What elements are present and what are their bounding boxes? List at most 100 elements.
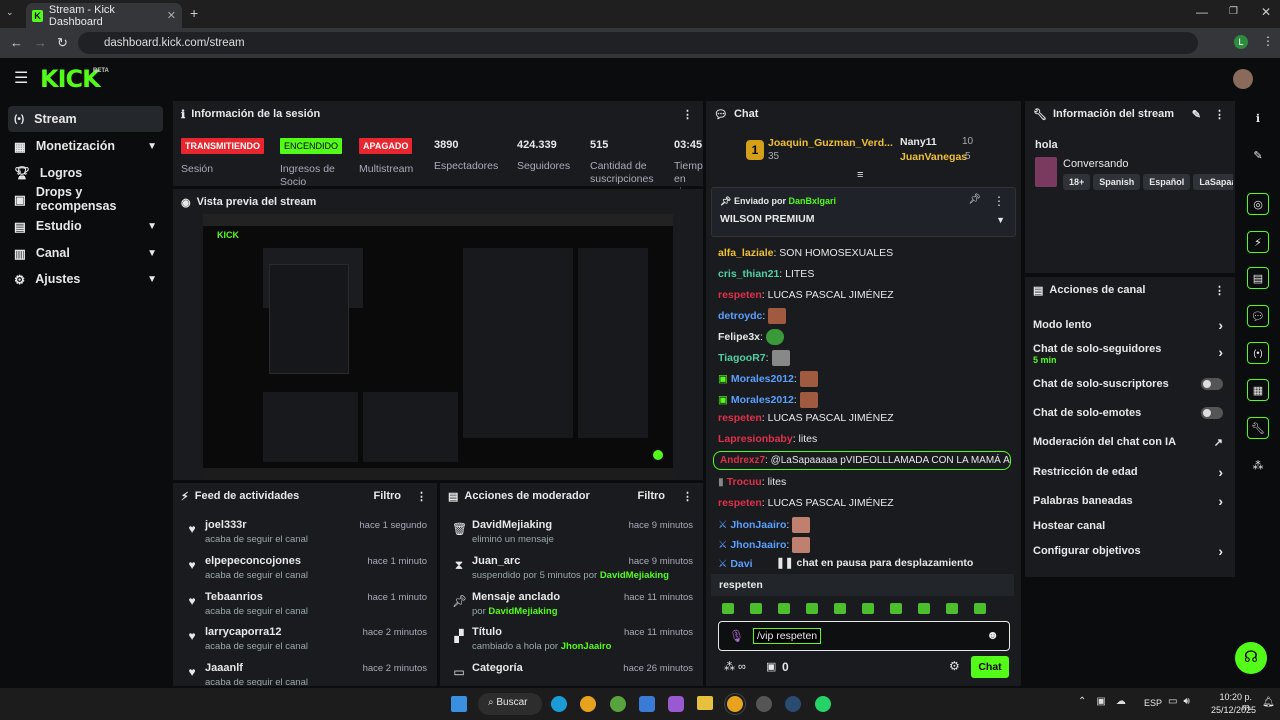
sidebar-item-ajustes[interactable]: ⚙ Ajustes ▼ <box>8 266 163 292</box>
feed-user[interactable]: Tebaanrios <box>205 591 263 603</box>
chat-message-highlighted[interactable]: Andrexz7: @LaSapaaaaa pVIDEOLLLAMADA CON… <box>713 451 1011 470</box>
chat-rail-icon[interactable]: 💬︎ <box>1247 305 1269 327</box>
chat-message[interactable]: ▣ Morales2012: <box>718 392 818 408</box>
chat-user[interactable]: TiagooR7 <box>718 352 766 364</box>
chat-input-text[interactable]: /vip respeten <box>753 628 822 644</box>
tag[interactable]: Español <box>1143 174 1191 190</box>
chevron-down-icon[interactable]: ▼ <box>996 215 1005 225</box>
action-banned-words[interactable]: Palabras baneadas › <box>1025 487 1235 515</box>
chat-user[interactable]: Lapresionbaby <box>718 433 793 445</box>
mod-sub-user[interactable]: JhonJaairo <box>561 641 612 652</box>
xbox-icon[interactable] <box>610 696 626 712</box>
profile-avatar[interactable]: L <box>1234 35 1248 49</box>
tab-search-icon[interactable]: ⌄ <box>6 7 14 18</box>
chat-user[interactable]: Trocuu <box>727 476 762 488</box>
chat-user[interactable]: detroydc <box>718 310 762 322</box>
stream-category[interactable]: Conversando <box>1063 158 1128 170</box>
chat-message[interactable]: cris_thian21: LITES <box>718 268 814 280</box>
gift-icon[interactable]: ▣ <box>766 660 776 673</box>
emote-icon[interactable] <box>862 603 874 614</box>
mod-item-name[interactable]: Título <box>472 626 502 638</box>
mod-sub-user[interactable]: DavidMejiaking <box>600 570 669 581</box>
stream-preview-video[interactable]: KICK <box>203 214 673 480</box>
add-widget-icon[interactable]: ⁂ <box>1247 454 1269 476</box>
tag[interactable]: Spanish <box>1093 174 1141 190</box>
copilot-icon[interactable] <box>668 696 684 712</box>
chat-user[interactable]: Felipe3x <box>718 331 760 343</box>
action-goals[interactable]: Configurar objetivos › <box>1025 537 1235 565</box>
send-chat-button[interactable]: Chat <box>971 656 1009 678</box>
pinned-message[interactable]: 📌︎ Enviado por DanBxlgari WILSON PREMIUM… <box>711 187 1016 237</box>
chat-user[interactable]: Andrexz7 <box>720 455 765 466</box>
mod-sub-user[interactable]: DavidMejiaking <box>488 606 557 617</box>
emote-icon[interactable] <box>918 603 930 614</box>
chat-user[interactable]: Morales2012 <box>731 373 794 385</box>
chat-message[interactable]: Felipe3x: <box>718 329 784 345</box>
chat-user[interactable]: respeten <box>718 289 762 301</box>
leader-1-name[interactable]: Joaquin_Guzman_Verd... <box>768 137 893 149</box>
action-host-channel[interactable]: Hostear canal <box>1025 512 1235 540</box>
leader-2-name[interactable]: Nany11 <box>900 136 937 148</box>
clock-date[interactable]: 25/12/2025 <box>1206 705 1256 715</box>
chat-message[interactable]: detroydc: <box>718 308 787 324</box>
url-field[interactable]: dashboard.kick.com/stream <box>78 32 1198 54</box>
mod-item-name[interactable]: Mensaje anclado <box>472 591 560 603</box>
chat-message[interactable]: respeten: LUCAS PASCAL JIMÉNEZ <box>718 289 894 301</box>
emote-icon[interactable] <box>722 603 734 614</box>
sidebar-item-logros[interactable]: 🏆︎ Logros <box>8 160 163 186</box>
action-followers-only[interactable]: Chat de solo-seguidores 5 min › <box>1025 339 1235 369</box>
kebab-menu-icon[interactable]: ⋮ <box>682 490 693 503</box>
tab-close-icon[interactable]: ✕ <box>167 9 176 22</box>
broadcast-rail-icon[interactable]: (•) <box>1247 342 1269 364</box>
preview-rail-icon[interactable]: ◎ <box>1247 193 1269 215</box>
chat-user[interactable]: Morales2012 <box>731 394 794 406</box>
sidebar-item-stream[interactable]: (•) Stream <box>8 106 163 132</box>
kebab-menu-icon[interactable]: ⋮ <box>1214 108 1225 121</box>
whatsapp-icon[interactable] <box>815 696 831 712</box>
emote-icon[interactable] <box>750 603 762 614</box>
wrench-rail-icon[interactable]: 🔧︎ <box>1247 417 1269 439</box>
emoji-icon[interactable]: ☻ <box>986 628 999 642</box>
bolt-rail-icon[interactable]: ⚡︎ <box>1247 231 1269 253</box>
app-icon[interactable] <box>756 696 772 712</box>
action-slow-mode[interactable]: Modo lento › <box>1025 311 1235 339</box>
feed-user[interactable]: Jaaanlf <box>205 662 243 674</box>
pinned-by-user[interactable]: DanBxlgari <box>788 196 836 206</box>
mod-item-name[interactable]: Juan_arc <box>472 555 520 567</box>
sidebar-item-canal[interactable]: ▥ Canal ▼ <box>8 240 163 266</box>
chat-user[interactable]: Davi <box>730 558 752 570</box>
pin-icon[interactable]: 📌︎ <box>968 194 981 205</box>
restore-icon[interactable]: ❐ <box>1229 6 1238 17</box>
forward-icon[interactable]: → <box>34 35 47 50</box>
feed-filter-button[interactable]: Filtro <box>374 490 402 502</box>
kick-logo[interactable]: KICK <box>40 65 101 93</box>
user-avatar[interactable] <box>1233 69 1253 89</box>
chat-user[interactable]: cris_thian21 <box>718 268 779 280</box>
chat-user[interactable]: respeten <box>718 497 762 509</box>
new-tab-icon[interactable]: + <box>190 5 198 21</box>
back-icon[interactable]: ← <box>10 35 23 50</box>
leader-3-name[interactable]: JuanVanegas <box>900 151 967 163</box>
sidebar-item-estudio[interactable]: ▤ Estudio ▼ <box>8 213 163 239</box>
action-subs-only[interactable]: Chat de solo-suscriptores <box>1025 370 1235 398</box>
action-emotes-only[interactable]: Chat de solo-emotes <box>1025 399 1235 427</box>
support-button[interactable]: ☊ <box>1235 642 1267 674</box>
minimize-icon[interactable]: — <box>1196 5 1208 19</box>
taskbar-search[interactable]: ⌕ Buscar <box>478 693 542 715</box>
chat-message[interactable]: respeten: LUCAS PASCAL JIMÉNEZ <box>718 497 894 509</box>
chat-user[interactable]: JhonJaairo <box>730 519 786 531</box>
info-rail-icon[interactable]: ℹ <box>1247 107 1269 129</box>
emote-icon[interactable] <box>834 603 846 614</box>
start-icon[interactable] <box>451 696 467 712</box>
reload-icon[interactable]: ↻ <box>57 35 68 51</box>
kebab-menu-icon[interactable]: ⋮ <box>682 108 693 121</box>
chat-message[interactable]: alfa_laziale: SON HOMOSEXUALES <box>718 247 893 259</box>
language-indicator[interactable]: ESP <box>1144 698 1162 708</box>
edit-icon[interactable]: ✎ <box>1192 108 1201 121</box>
chat-message[interactable]: ▮ Trocuu: lites <box>718 476 786 488</box>
notification-icon[interactable]: 🔔︎ <box>1262 697 1275 708</box>
clipboard-rail-icon[interactable]: ▤ <box>1247 267 1269 289</box>
menu-icon[interactable]: ⋮ <box>1262 34 1274 48</box>
actions-rail-icon[interactable]: ▦ <box>1247 379 1269 401</box>
chat-message[interactable]: TiagooR7: <box>718 350 790 366</box>
